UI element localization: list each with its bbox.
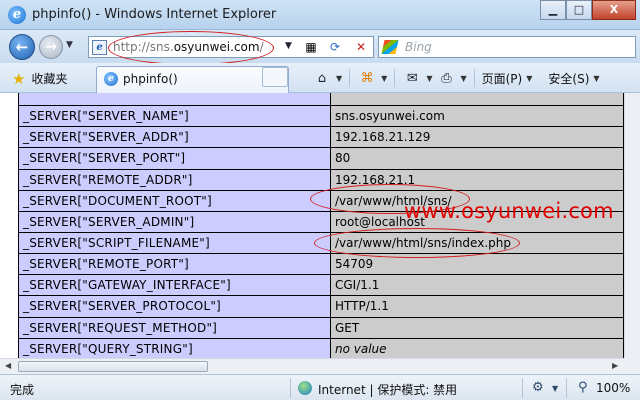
history-dropdown-icon[interactable]: ▼ xyxy=(66,40,73,50)
vertical-scrollbar[interactable] xyxy=(624,93,640,358)
internet-zone-icon xyxy=(298,381,312,395)
page-content: _SERVER["SERVER_NAME"] sns.osyunwei.com _S… xyxy=(0,93,624,358)
search-placeholder: Bing xyxy=(405,40,432,54)
table-row: _SERVER["SERVER_NAME"] sns.osyunwei.com xyxy=(18,105,624,128)
server-variable-key: _SERVER["SCRIPT_FILENAME"] xyxy=(18,231,331,255)
server-variable-key: _SERVER["GATEWAY_INTERFACE"] xyxy=(18,274,331,297)
zoom-icon[interactable]: ⚲ xyxy=(578,380,588,395)
back-button[interactable]: ← xyxy=(9,34,35,60)
page-dropdown-icon[interactable]: ▼ xyxy=(526,74,532,83)
print-dropdown-icon[interactable]: ▼ xyxy=(460,74,466,83)
server-variable-value: GET xyxy=(330,316,624,339)
bing-logo-icon xyxy=(381,40,399,54)
table-row: _SERVER["REQUEST_METHOD"] GET xyxy=(18,316,624,339)
settings-dropdown-icon[interactable]: ▼ xyxy=(552,384,558,393)
compatibility-view-icon[interactable]: ▦ xyxy=(301,39,321,55)
zoom-level[interactable]: 100% xyxy=(596,381,630,395)
command-bar: ⌂ ▼ ⌘ ▼ ✉ ▼ ⎙ ▼ 页面(P) ▼ 安全(S) ▼ xyxy=(312,68,600,88)
server-variable-key: _SERVER["REQUEST_METHOD"] xyxy=(18,316,331,339)
navigation-bar: ← → ▼ e http://sns.osyunwei.com/ ▼ ▦ ⟳ ✕… xyxy=(0,30,640,63)
home-icon[interactable]: ⌂ xyxy=(312,71,332,86)
url-highlight-ellipse xyxy=(108,31,274,65)
window-controls: ▁ □ X xyxy=(540,0,636,20)
arrow-left-icon: ← xyxy=(15,38,29,56)
tab-phpinfo[interactable]: e phpinfo() xyxy=(96,66,289,93)
settings-icon[interactable]: ⚙ xyxy=(532,380,544,395)
server-variable-value: 192.168.21.129 xyxy=(330,126,624,149)
server-variable-value: sns.osyunwei.com xyxy=(330,105,624,128)
server-variable-value xyxy=(330,93,624,107)
safety-dropdown-icon[interactable]: ▼ xyxy=(593,74,599,83)
table-row: _SERVER["SERVER_PORT"] 80 xyxy=(18,147,624,170)
print-icon[interactable]: ⎙ xyxy=(436,71,456,86)
table-row: _SERVER["REMOTE_PORT"] 54709 xyxy=(18,253,624,276)
safety-menu[interactable]: 安全(S) xyxy=(548,70,589,87)
rss-feed-icon[interactable]: ⌘ xyxy=(357,71,377,86)
watermark-text: www.osyunwei.com xyxy=(404,199,614,223)
horizontal-scrollbar[interactable]: ◀ ▶ xyxy=(0,358,624,374)
server-variable-key: _SERVER["SERVER_PROTOCOL"] xyxy=(18,295,331,318)
status-text: 完成 xyxy=(10,383,35,397)
server-variable-key: _SERVER["REMOTE_ADDR"] xyxy=(18,168,331,191)
server-variable-key: _SERVER["SERVER_ADDR"] xyxy=(18,126,331,149)
script-filename-highlight-ellipse xyxy=(314,228,520,258)
table-row xyxy=(18,93,624,107)
page-menu[interactable]: 页面(P) xyxy=(482,70,523,87)
address-dropdown-icon[interactable]: ▼ xyxy=(285,41,292,51)
favorites-label: 收藏夹 xyxy=(31,72,68,86)
search-box[interactable]: Bing xyxy=(378,36,636,58)
favorites-button[interactable]: ★ 收藏夹 xyxy=(12,70,67,87)
tab-page-icon: e xyxy=(104,72,118,86)
server-variables-table: _SERVER["SERVER_NAME"] sns.osyunwei.com _S… xyxy=(18,93,624,358)
scroll-left-icon[interactable]: ◀ xyxy=(5,361,11,370)
server-variable-key: _SERVER["SERVER_ADMIN"] xyxy=(18,210,331,233)
security-zone-text[interactable]: Internet | 保护模式: 禁用 xyxy=(318,381,457,398)
server-variable-key xyxy=(18,93,331,107)
star-icon: ★ xyxy=(12,69,26,88)
horizontal-scroll-thumb[interactable] xyxy=(18,361,208,372)
server-variable-value: CGI/1.1 xyxy=(330,274,624,297)
server-variable-key: _SERVER["QUERY_STRING"] xyxy=(18,337,331,358)
home-dropdown-icon[interactable]: ▼ xyxy=(336,74,342,83)
server-variable-key: _SERVER["REMOTE_PORT"] xyxy=(18,253,331,276)
window-title: phpinfo() - Windows Internet Explorer xyxy=(32,7,277,22)
server-variable-value: no value xyxy=(330,337,624,358)
table-row: _SERVER["REMOTE_ADDR"] 192.168.21.1 xyxy=(18,168,624,191)
ie-logo-icon: e xyxy=(8,6,26,24)
mail-dropdown-icon[interactable]: ▼ xyxy=(426,74,432,83)
server-variable-value: 54709 xyxy=(330,253,624,276)
server-variable-value: HTTP/1.1 xyxy=(330,295,624,318)
title-bar: e phpinfo() - Windows Internet Explorer … xyxy=(0,0,640,30)
mail-icon[interactable]: ✉ xyxy=(402,71,422,86)
server-variable-key: _SERVER["SERVER_NAME"] xyxy=(18,105,331,128)
server-variable-value: 80 xyxy=(330,147,624,170)
feed-dropdown-icon[interactable]: ▼ xyxy=(381,74,387,83)
forward-button[interactable]: → xyxy=(39,35,63,59)
arrow-right-icon: → xyxy=(45,39,57,55)
status-bar: 完成 Internet | 保护模式: 禁用 ⚙ ▼ ⚲ 100% xyxy=(0,374,640,400)
favorites-bar: ★ 收藏夹 e phpinfo() ⌂ ▼ ⌘ ▼ ✉ ▼ ⎙ ▼ 页面(P) … xyxy=(0,63,640,93)
scroll-right-icon[interactable]: ▶ xyxy=(612,361,618,370)
close-button[interactable]: X xyxy=(592,0,636,20)
table-row: _SERVER["GATEWAY_INTERFACE"] CGI/1.1 xyxy=(18,274,624,297)
page-icon: e xyxy=(92,40,107,55)
server-variable-key: _SERVER["DOCUMENT_ROOT"] xyxy=(18,189,331,212)
stop-icon[interactable]: ✕ xyxy=(351,39,371,55)
server-variable-key: _SERVER["SERVER_PORT"] xyxy=(18,147,331,170)
new-tab-button[interactable] xyxy=(262,67,288,87)
table-row: _SERVER["QUERY_STRING"] no value xyxy=(18,337,624,358)
refresh-icon[interactable]: ⟳ xyxy=(325,39,345,55)
table-row: _SERVER["SERVER_PROTOCOL"] HTTP/1.1 xyxy=(18,295,624,318)
table-row: _SERVER["SERVER_ADDR"] 192.168.21.129 xyxy=(18,126,624,149)
minimize-button[interactable]: ▁ xyxy=(540,0,566,20)
maximize-button[interactable]: □ xyxy=(566,0,592,20)
tab-label: phpinfo() xyxy=(123,72,178,86)
